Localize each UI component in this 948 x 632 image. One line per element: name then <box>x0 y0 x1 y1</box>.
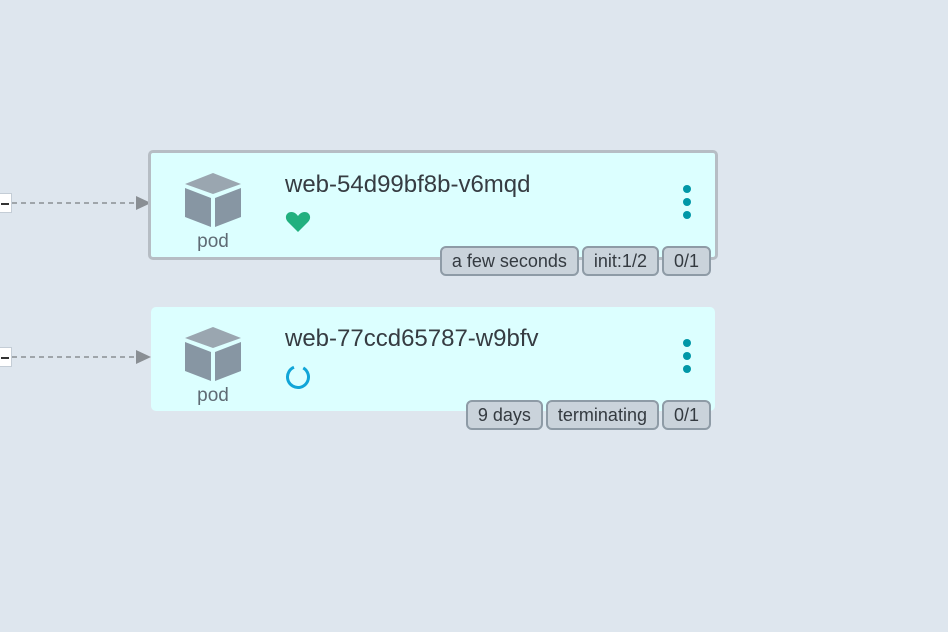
edge-to-pod-2 <box>0 347 160 367</box>
pod-node[interactable]: pod web-54d99bf8b-v6mqd a few seconds in… <box>148 150 718 276</box>
ready-tag: 0/1 <box>661 400 711 430</box>
heart-icon <box>285 210 311 236</box>
node-tags: 9 days terminating 0/1 <box>465 400 711 430</box>
pod-name: web-54d99bf8b-v6mqd <box>285 171 531 198</box>
status-tag: terminating <box>545 400 659 430</box>
node-kind-label: pod <box>197 231 229 252</box>
edge-to-pod-1 <box>0 193 160 213</box>
pod-icon-group: pod <box>181 171 245 253</box>
pod-icon-group: pod <box>181 325 245 407</box>
status-tag: init:1/2 <box>581 246 659 276</box>
node-menu-button[interactable] <box>677 337 697 375</box>
edge-arrow <box>12 196 151 210</box>
edge-arrow <box>12 350 151 364</box>
cube-icon <box>185 327 241 381</box>
edge-source-stub[interactable] <box>0 347 12 367</box>
node-kind-label: pod <box>197 385 229 406</box>
edge-source-stub[interactable] <box>0 193 12 213</box>
node-menu-button[interactable] <box>677 183 697 221</box>
pod-name: web-77ccd65787-w9bfv <box>285 325 539 352</box>
node-tags: a few seconds init:1/2 0/1 <box>439 246 711 276</box>
cube-icon <box>185 173 241 227</box>
pod-node[interactable]: pod web-77ccd65787-w9bfv 9 days terminat… <box>151 307 715 430</box>
age-tag: 9 days <box>465 400 543 430</box>
progressing-spinner-icon <box>285 364 311 390</box>
age-tag: a few seconds <box>439 246 579 276</box>
ready-tag: 0/1 <box>661 246 711 276</box>
